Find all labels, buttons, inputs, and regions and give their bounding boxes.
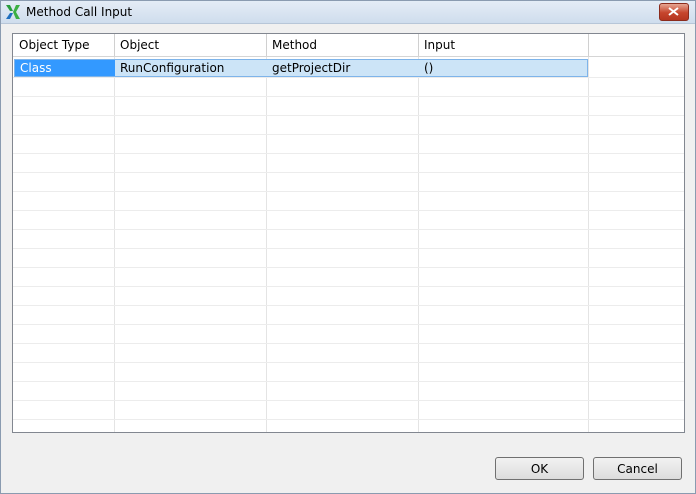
- cell-object[interactable]: RunConfiguration: [114, 60, 266, 76]
- table-grid: [13, 34, 684, 432]
- title-bar[interactable]: Method Call Input: [1, 1, 695, 24]
- cancel-button[interactable]: Cancel: [593, 457, 682, 480]
- dialog-window: Method Call Input Object Type Object Met…: [0, 0, 696, 494]
- column-header-method[interactable]: Method: [266, 34, 418, 56]
- cell-input[interactable]: (): [418, 60, 588, 76]
- window-title: Method Call Input: [26, 5, 133, 19]
- cell-method[interactable]: getProjectDir: [266, 60, 418, 76]
- app-logo-icon: [5, 4, 21, 20]
- table-header: Object Type Object Method Input: [13, 34, 684, 56]
- method-call-table[interactable]: Object Type Object Method Input Class Ru…: [12, 33, 685, 433]
- column-header-object-type[interactable]: Object Type: [13, 34, 114, 56]
- close-button[interactable]: [659, 3, 689, 21]
- column-header-object[interactable]: Object: [114, 34, 266, 56]
- cell-object-type[interactable]: Class: [14, 60, 114, 76]
- ok-button[interactable]: OK: [495, 457, 584, 480]
- column-header-input[interactable]: Input: [418, 34, 588, 56]
